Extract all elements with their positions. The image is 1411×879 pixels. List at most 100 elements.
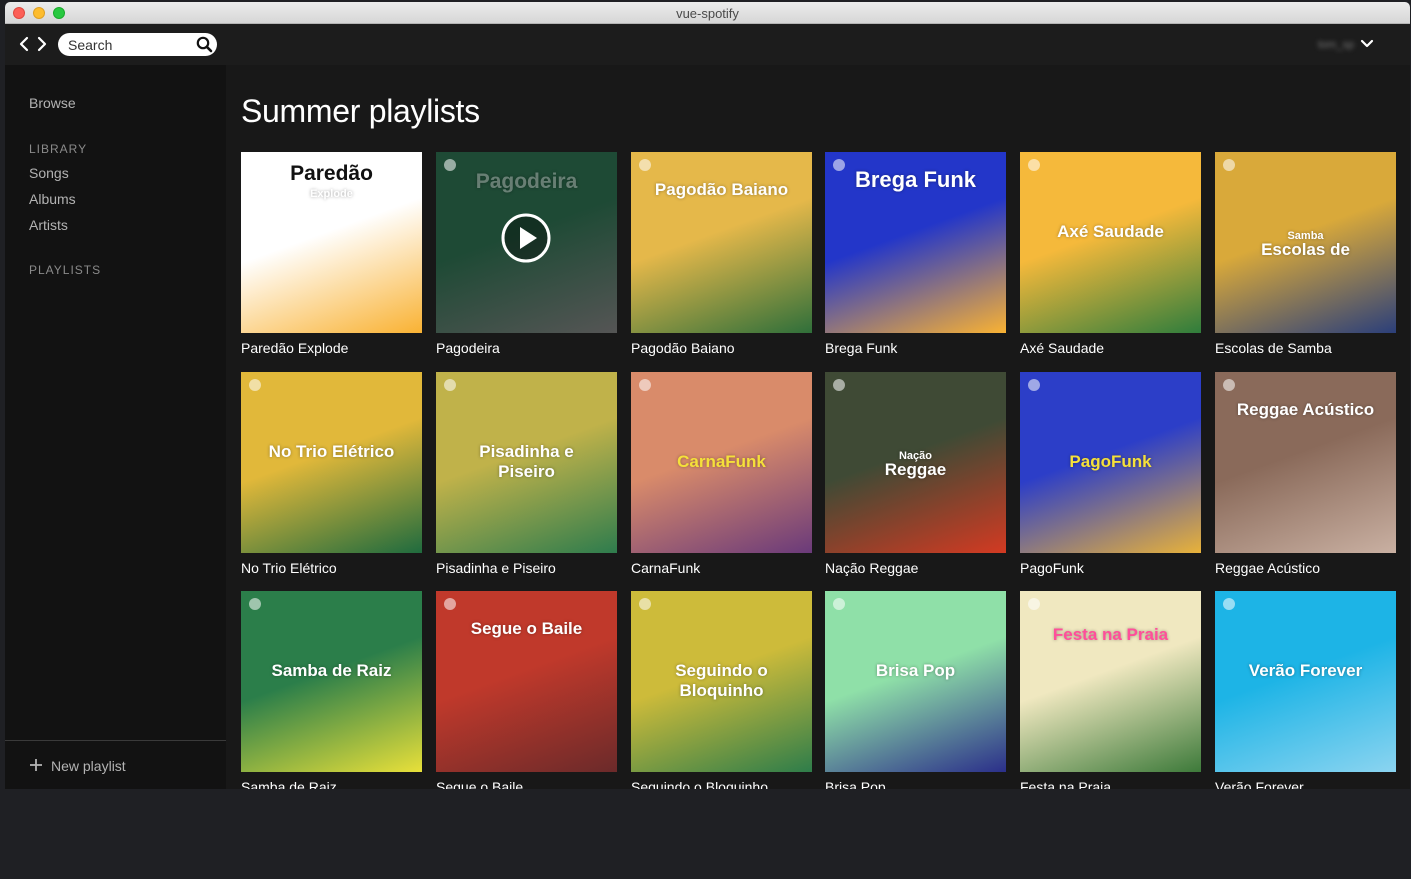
- playlist-cover[interactable]: Pagodeira: [436, 152, 617, 333]
- sidebar-item-browse[interactable]: Browse: [29, 95, 76, 111]
- playlist-card[interactable]: Axé Saudade Axé Saudade: [1020, 152, 1201, 362]
- playlist-name[interactable]: Escolas de Samba: [1215, 340, 1332, 356]
- cover-title: PagoFunk: [1069, 452, 1152, 471]
- playlist-card[interactable]: Brisa Pop Brisa Pop: [825, 591, 1006, 789]
- playlist-card[interactable]: Segue o Baile Segue o Baile: [436, 591, 617, 789]
- cover-title: Pagodão Baiano: [654, 180, 789, 199]
- playlist-name[interactable]: PagoFunk: [1020, 560, 1084, 576]
- playlist-name[interactable]: No Trio Elétrico: [241, 560, 337, 576]
- playlist-cover[interactable]: PagoFunk: [1020, 372, 1201, 553]
- playlist-cover[interactable]: No Trio Elétrico: [241, 372, 422, 553]
- app-window: vue-spotify tom_sp Browse LIBRARY Songs …: [5, 2, 1410, 789]
- playlist-name[interactable]: Pagodão Baiano: [631, 340, 735, 356]
- user-name[interactable]: tom_sp: [1318, 39, 1354, 51]
- playlist-card[interactable]: Samba Escolas de Escolas de Samba: [1215, 152, 1396, 362]
- sidebar-item-artists[interactable]: Artists: [29, 217, 68, 233]
- spotify-logo-icon: [444, 379, 456, 391]
- playlist-cover[interactable]: Festa na Praia: [1020, 591, 1201, 772]
- new-playlist-label: New playlist: [51, 758, 126, 774]
- playlist-cover[interactable]: Brega Funk: [825, 152, 1006, 333]
- cover-title: Seguindo o Bloquinho: [675, 661, 768, 700]
- back-arrow-icon[interactable]: [17, 36, 31, 52]
- forward-arrow-icon[interactable]: [35, 36, 49, 52]
- search-icon[interactable]: [196, 36, 213, 53]
- sidebar-divider: [5, 740, 226, 741]
- playlist-cover[interactable]: Pagodão Baiano: [631, 152, 812, 333]
- playlist-name[interactable]: Verão Forever: [1215, 779, 1304, 789]
- spotify-logo-icon: [444, 598, 456, 610]
- page-title: Summer playlists: [241, 93, 480, 129]
- playlist-name[interactable]: Seguindo o Bloquinho: [631, 779, 768, 789]
- playlist-card[interactable]: Verão Forever Verão Forever: [1215, 591, 1396, 789]
- playlist-card[interactable]: Pagodão Baiano Pagodão Baiano: [631, 152, 812, 362]
- playlist-card[interactable]: Pagodeira Pagodeira: [436, 152, 617, 362]
- cover-title: Pagodeira: [475, 170, 578, 193]
- chevron-down-icon[interactable]: [1360, 39, 1374, 49]
- playlist-name[interactable]: Axé Saudade: [1020, 340, 1104, 356]
- sidebar-item-albums[interactable]: Albums: [29, 191, 76, 207]
- spotify-logo-icon: [1028, 379, 1040, 391]
- playlist-name[interactable]: Pagodeira: [436, 340, 500, 356]
- playlist-cover[interactable]: Brisa Pop: [825, 591, 1006, 772]
- sidebar-item-songs[interactable]: Songs: [29, 165, 69, 181]
- search-box[interactable]: [58, 33, 217, 56]
- spotify-logo-icon: [1223, 379, 1235, 391]
- playlist-card[interactable]: Nação Reggae Nação Reggae: [825, 372, 1006, 582]
- playlist-card[interactable]: No Trio Elétrico No Trio Elétrico: [241, 372, 422, 582]
- playlist-cover[interactable]: Verão Forever: [1215, 591, 1396, 772]
- playlist-cover[interactable]: Segue o Baile: [436, 591, 617, 772]
- playlists-heading: PLAYLISTS: [29, 263, 102, 277]
- playlist-name[interactable]: Nação Reggae: [825, 560, 918, 576]
- playlist-cover[interactable]: Explode Paredão: [241, 152, 422, 333]
- playlist-card[interactable]: Festa na Praia Festa na Praia: [1020, 591, 1201, 789]
- cover-title: No Trio Elétrico: [268, 442, 395, 461]
- playlist-name[interactable]: CarnaFunk: [631, 560, 700, 576]
- spotify-logo-icon: [1223, 159, 1235, 171]
- playlist-name[interactable]: Samba de Raiz: [241, 779, 337, 789]
- playlist-cover[interactable]: Nação Reggae: [825, 372, 1006, 553]
- spotify-logo-icon: [833, 379, 845, 391]
- playlist-card[interactable]: Explode Paredão Paredão Explode: [241, 152, 422, 362]
- playlist-cover[interactable]: Axé Saudade: [1020, 152, 1201, 333]
- cover-title: Pisadinha e Piseiro: [479, 442, 574, 481]
- playlist-cover[interactable]: Pisadinha e Piseiro: [436, 372, 617, 553]
- cover-title: Escolas de: [1261, 240, 1350, 259]
- playlist-name[interactable]: Brisa Pop: [825, 779, 886, 789]
- playlist-cover[interactable]: Seguindo o Bloquinho: [631, 591, 812, 772]
- cover-title: Reggae Acústico: [1236, 400, 1375, 419]
- spotify-logo-icon: [1223, 598, 1235, 610]
- playlist-card[interactable]: Pisadinha e Piseiro Pisadinha e Piseiro: [436, 372, 617, 582]
- playlist-card[interactable]: Brega Funk Brega Funk: [825, 152, 1006, 362]
- playlist-card[interactable]: Samba de Raiz Samba de Raiz: [241, 591, 422, 789]
- playlist-card[interactable]: Reggae Acústico Reggae Acústico: [1215, 372, 1396, 582]
- library-heading: LIBRARY: [29, 142, 88, 156]
- cover-title: CarnaFunk: [677, 452, 766, 471]
- playlist-name[interactable]: Festa na Praia: [1020, 779, 1111, 789]
- playlist-name[interactable]: Pisadinha e Piseiro: [436, 560, 556, 576]
- play-circle-icon[interactable]: [501, 213, 551, 263]
- playlist-cover[interactable]: CarnaFunk: [631, 372, 812, 553]
- spotify-logo-icon: [833, 598, 845, 610]
- top-bar: tom_sp: [5, 24, 1410, 65]
- spotify-logo-icon: [444, 159, 456, 171]
- window-title: vue-spotify: [676, 6, 739, 21]
- playlist-card[interactable]: Seguindo o Bloquinho Seguindo o Bloquinho: [631, 591, 812, 789]
- playlist-cover[interactable]: Reggae Acústico: [1215, 372, 1396, 553]
- playlist-cover[interactable]: Samba Escolas de: [1215, 152, 1396, 333]
- playlist-name[interactable]: Brega Funk: [825, 340, 897, 356]
- playlist-card[interactable]: CarnaFunk CarnaFunk: [631, 372, 812, 582]
- playlist-card[interactable]: PagoFunk PagoFunk: [1020, 372, 1201, 582]
- playlist-name[interactable]: Reggae Acústico: [1215, 560, 1320, 576]
- spotify-logo-icon: [1028, 598, 1040, 610]
- playlist-name[interactable]: Paredão Explode: [241, 340, 348, 356]
- cover-title: Reggae: [884, 460, 947, 479]
- cover-title: Brega Funk: [854, 167, 977, 192]
- cover-title: Axé Saudade: [1057, 222, 1164, 241]
- search-input[interactable]: [68, 36, 188, 53]
- cover-subtitle: Explode: [310, 188, 353, 200]
- playlist-cover[interactable]: Samba de Raiz: [241, 591, 422, 772]
- cover-title: Festa na Praia: [1052, 625, 1169, 644]
- main-content: Summer playlists Explode Paredão Paredão E…: [226, 65, 1410, 789]
- playlist-name[interactable]: Segue o Baile: [436, 779, 523, 789]
- spotify-logo-icon: [249, 379, 261, 391]
